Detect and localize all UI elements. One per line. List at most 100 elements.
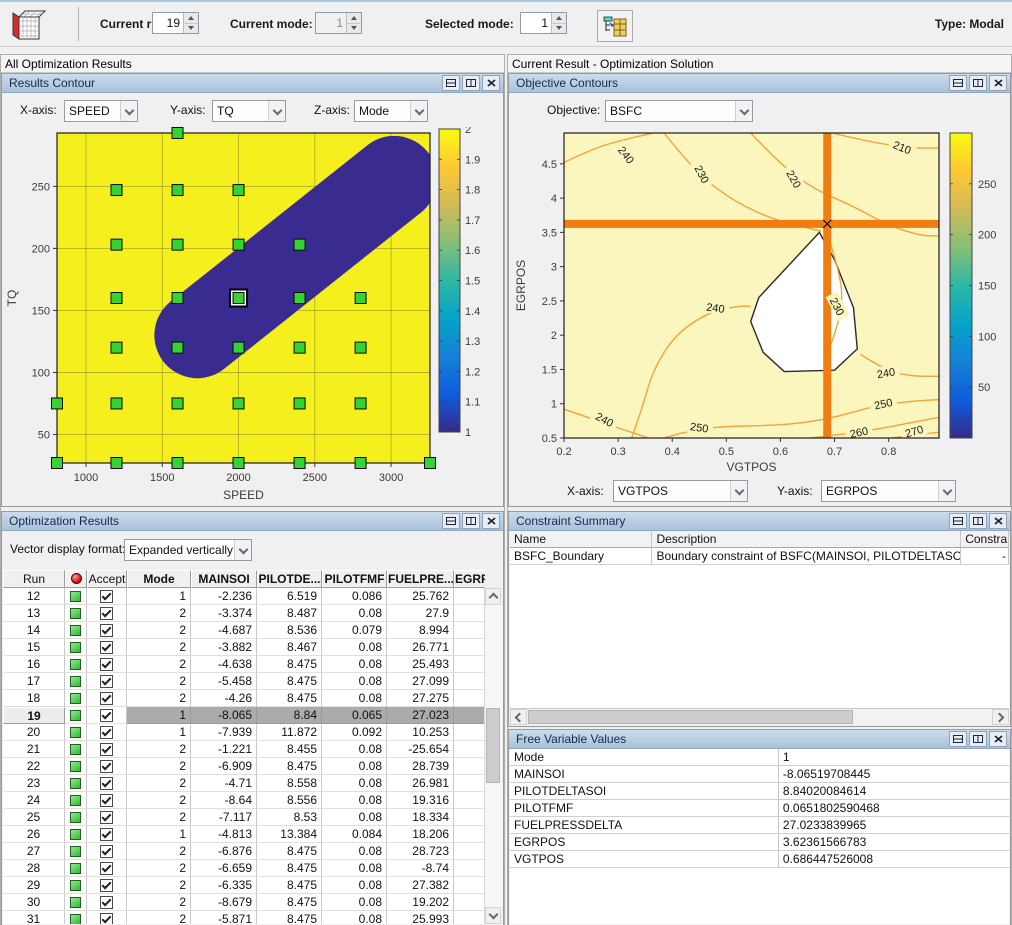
fill-tables-button[interactable] bbox=[597, 10, 633, 42]
result-marker[interactable] bbox=[233, 398, 244, 409]
column-header-EGRPOS[interactable]: EGRPOS bbox=[454, 570, 487, 588]
results-table-scrollbar[interactable] bbox=[484, 588, 502, 924]
column-header-Run[interactable]: Run bbox=[3, 570, 65, 588]
result-row-24[interactable]: 242-8.648.5560.0819.316 bbox=[3, 792, 487, 809]
accept-checkbox[interactable] bbox=[100, 641, 113, 654]
constraint-row[interactable]: BSFC_BoundaryBoundary constraint of BSFC… bbox=[510, 548, 1009, 565]
column-header-PILOTFMF[interactable]: PILOTFMF bbox=[322, 570, 387, 588]
result-row-26[interactable]: 261-4.81313.3840.08418.206 bbox=[3, 826, 487, 843]
accept-checkbox[interactable] bbox=[100, 879, 113, 892]
current-run-up-button[interactable] bbox=[184, 13, 198, 24]
scroll-down-button[interactable] bbox=[485, 907, 501, 924]
scroll-left-button[interactable] bbox=[510, 709, 527, 725]
result-marker[interactable] bbox=[172, 128, 183, 139]
accept-checkbox[interactable] bbox=[100, 794, 113, 807]
result-row-29[interactable]: 292-6.3358.4750.0827.382 bbox=[3, 877, 487, 894]
accept-checkbox[interactable] bbox=[100, 590, 113, 603]
result-marker[interactable] bbox=[172, 239, 183, 250]
result-marker[interactable] bbox=[294, 342, 305, 353]
scroll-up-button[interactable] bbox=[485, 588, 501, 605]
accept-checkbox[interactable] bbox=[100, 675, 113, 688]
accept-checkbox[interactable] bbox=[100, 709, 113, 722]
result-row-31[interactable]: 312-5.8718.4750.0825.993 bbox=[3, 911, 487, 924]
result-marker[interactable] bbox=[172, 342, 183, 353]
z-axis-select[interactable]: Mode bbox=[354, 100, 428, 122]
result-marker[interactable] bbox=[111, 458, 122, 469]
split-view-button[interactable] bbox=[949, 513, 967, 529]
accept-checkbox[interactable] bbox=[100, 845, 113, 858]
column-header-MAINSOI[interactable]: MAINSOI bbox=[191, 570, 257, 588]
selected-mode-value[interactable]: 1 bbox=[521, 13, 551, 33]
dock-button[interactable] bbox=[462, 75, 480, 91]
current-run-down-button[interactable] bbox=[184, 24, 198, 34]
result-marker[interactable] bbox=[172, 398, 183, 409]
objective-select[interactable]: BSFC bbox=[605, 100, 753, 122]
result-marker[interactable] bbox=[233, 458, 244, 469]
column-header-Accept[interactable]: Accept bbox=[87, 570, 127, 588]
vector-display-select[interactable]: Expanded vertically bbox=[124, 539, 252, 561]
close-icon[interactable] bbox=[482, 75, 500, 91]
result-marker[interactable] bbox=[111, 342, 122, 353]
accept-checkbox[interactable] bbox=[100, 607, 113, 620]
scroll-right-button[interactable] bbox=[992, 709, 1009, 725]
selected-mode-down-button[interactable] bbox=[552, 24, 566, 34]
split-view-button[interactable] bbox=[949, 75, 967, 91]
column-header-Mode[interactable]: Mode bbox=[127, 570, 191, 588]
dock-button[interactable] bbox=[969, 513, 987, 529]
column-header-Description[interactable]: Description bbox=[652, 531, 961, 548]
column-header-PILOTDE...[interactable]: PILOTDE... bbox=[257, 570, 322, 588]
result-row-28[interactable]: 282-6.6598.4750.08-8.74 bbox=[3, 860, 487, 877]
result-marker[interactable] bbox=[172, 185, 183, 196]
result-marker[interactable] bbox=[172, 293, 183, 304]
result-marker[interactable] bbox=[355, 293, 366, 304]
result-marker[interactable] bbox=[294, 239, 305, 250]
accept-checkbox[interactable] bbox=[100, 743, 113, 756]
contour-x-axis-select[interactable]: VGTPOS bbox=[613, 480, 748, 502]
close-icon[interactable] bbox=[482, 513, 500, 529]
accept-checkbox[interactable] bbox=[100, 828, 113, 841]
result-marker[interactable] bbox=[233, 185, 244, 196]
result-row-20[interactable]: 201-7.93911.8720.09210.253 bbox=[3, 724, 487, 741]
result-marker[interactable] bbox=[111, 185, 122, 196]
accept-checkbox[interactable] bbox=[100, 624, 113, 637]
result-row-12[interactable]: 121-2.2366.5190.08625.762 bbox=[3, 588, 487, 605]
split-view-button[interactable] bbox=[442, 75, 460, 91]
accept-checkbox[interactable] bbox=[100, 726, 113, 739]
split-view-button[interactable] bbox=[442, 513, 460, 529]
column-header-Constraint[interactable]: Constraint bbox=[961, 531, 1009, 548]
result-marker[interactable] bbox=[294, 398, 305, 409]
constraint-hscrollbar[interactable] bbox=[510, 708, 1009, 725]
results-contour-plot[interactable]: 1000150020002500300050100150200250SPEEDT… bbox=[2, 127, 503, 507]
result-marker[interactable] bbox=[172, 458, 183, 469]
result-marker[interactable] bbox=[52, 398, 63, 409]
result-row-19[interactable]: 191-8.0658.840.06527.023 bbox=[3, 707, 487, 724]
current-run-spinner[interactable]: 19 bbox=[152, 12, 199, 34]
result-row-16[interactable]: 162-4.6388.4750.0825.493 bbox=[3, 656, 487, 673]
column-header-status[interactable] bbox=[65, 570, 87, 588]
y-axis-select[interactable]: TQ bbox=[212, 100, 286, 122]
accept-checkbox[interactable] bbox=[100, 692, 113, 705]
result-row-27[interactable]: 272-6.8768.4750.0828.723 bbox=[3, 843, 487, 860]
accept-checkbox[interactable] bbox=[100, 811, 113, 824]
scrollbar-thumb[interactable] bbox=[528, 710, 853, 724]
result-marker[interactable] bbox=[425, 458, 436, 469]
dock-button[interactable] bbox=[969, 75, 987, 91]
result-marker[interactable] bbox=[355, 398, 366, 409]
dock-button[interactable] bbox=[462, 513, 480, 529]
accept-checkbox[interactable] bbox=[100, 658, 113, 671]
selected-mode-up-button[interactable] bbox=[552, 13, 566, 24]
column-header-FUELPRE...[interactable]: FUELPRE... bbox=[387, 570, 454, 588]
result-marker[interactable] bbox=[294, 293, 305, 304]
result-row-17[interactable]: 172-5.4588.4750.0827.099 bbox=[3, 673, 487, 690]
result-marker[interactable] bbox=[233, 342, 244, 353]
accept-checkbox[interactable] bbox=[100, 760, 113, 773]
accept-checkbox[interactable] bbox=[100, 862, 113, 875]
result-marker[interactable] bbox=[111, 239, 122, 250]
contour-y-axis-select[interactable]: EGRPOS bbox=[821, 480, 956, 502]
result-row-14[interactable]: 142-4.6878.5360.0798.994 bbox=[3, 622, 487, 639]
result-marker[interactable] bbox=[52, 458, 63, 469]
close-icon[interactable] bbox=[989, 731, 1007, 747]
result-row-25[interactable]: 252-7.1178.530.0818.334 bbox=[3, 809, 487, 826]
result-row-13[interactable]: 132-3.3748.4870.0827.9 bbox=[3, 605, 487, 622]
objective-contour-plot[interactable]: 2402302202102402302402502402502602700.20… bbox=[509, 127, 1010, 477]
